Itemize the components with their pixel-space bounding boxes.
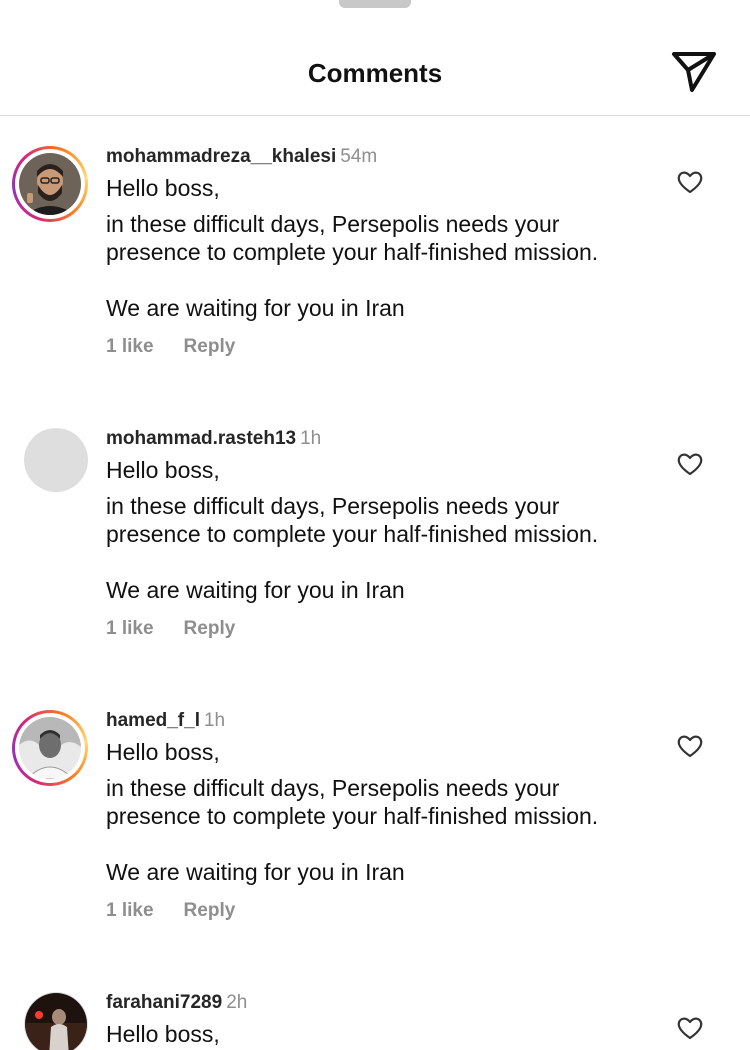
like-button[interactable] — [676, 450, 704, 478]
like-button[interactable] — [676, 168, 704, 196]
likes-count[interactable]: 1 like — [106, 336, 154, 357]
avatar[interactable] — [24, 992, 88, 1050]
heart-outline-icon — [677, 1017, 703, 1040]
avatar-story-ring[interactable] — [12, 710, 88, 786]
comment-text-line: in these difficult days, Persepolis need… — [106, 775, 599, 829]
comment-text-line: in these difficult days, Persepolis need… — [106, 493, 599, 547]
reply-button[interactable]: Reply — [184, 900, 236, 921]
comment-text-line: Hello boss, — [106, 1021, 220, 1047]
avatar-story-ring[interactable] — [12, 146, 88, 222]
comment-item: farahani7289 2h Hello boss, — [0, 964, 750, 1050]
paper-plane-icon — [672, 52, 716, 92]
likes-count[interactable]: 1 like — [106, 900, 154, 921]
comment-actions: 1 like Reply — [106, 336, 235, 358]
comment-text-line: Hello boss, — [106, 457, 220, 483]
comment-item: mohammadreza__khalesi 54m Hello boss, in … — [0, 118, 750, 400]
comment-text-line: We are waiting for you in Iran — [106, 577, 405, 603]
avatar — [19, 153, 81, 215]
comment-actions: 1 like Reply — [106, 618, 235, 640]
reply-button[interactable]: Reply — [184, 618, 236, 639]
comment-item: mohammad.rasteh13 1h Hello boss, in these… — [0, 400, 750, 682]
comment-text-line: We are waiting for you in Iran — [106, 295, 405, 321]
like-button[interactable] — [676, 732, 704, 760]
comment-text-line: Hello boss, — [106, 175, 220, 201]
comment-timestamp: 1h — [203, 710, 226, 731]
comment-timestamp: 54m — [340, 146, 378, 167]
username-link[interactable]: hamed_f_l — [106, 710, 200, 731]
reply-button[interactable]: Reply — [184, 336, 236, 357]
heart-outline-icon — [677, 171, 703, 194]
heart-outline-icon — [677, 735, 703, 758]
username-link[interactable]: mohammad.rasteh13 — [106, 428, 296, 449]
page-title: Comments — [307, 58, 443, 88]
comments-header: Comments — [0, 0, 750, 116]
comment-item: hamed_f_l 1h Hello boss, in these difficu… — [0, 682, 750, 964]
username-link[interactable]: farahani7289 — [106, 992, 222, 1013]
comment-text-line: Hello boss, — [106, 739, 220, 765]
avatar[interactable] — [24, 428, 88, 492]
heart-outline-icon — [677, 453, 703, 476]
username-link[interactable]: mohammadreza__khalesi — [106, 146, 336, 167]
comment-timestamp: 2h — [226, 992, 248, 1013]
comment-text-line: in these difficult days, Persepolis need… — [106, 211, 599, 265]
comment-timestamp: 1h — [300, 428, 322, 449]
likes-count[interactable]: 1 like — [106, 618, 154, 639]
comment-actions: 1 like Reply — [106, 900, 235, 922]
like-button[interactable] — [676, 1014, 704, 1042]
avatar — [19, 717, 81, 779]
share-button[interactable] — [670, 48, 718, 94]
comment-text-line: We are waiting for you in Iran — [106, 859, 405, 885]
